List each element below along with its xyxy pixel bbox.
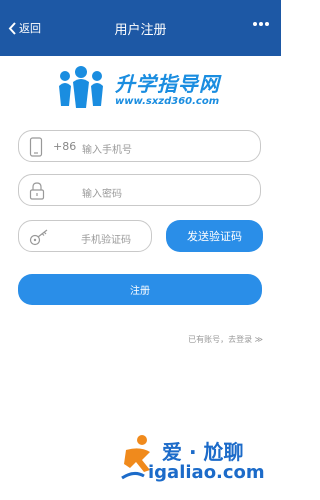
logo-people-icon: [59, 66, 103, 108]
login-link[interactable]: 已有账号，去登录 ≫: [188, 334, 263, 345]
phone-icon: [29, 137, 43, 157]
sms-code-input[interactable]: 手机验证码: [81, 231, 131, 246]
register-button[interactable]: 注册: [18, 274, 262, 305]
page-title: 用户注册: [114, 23, 167, 38]
password-input[interactable]: 输入密码: [82, 185, 122, 200]
send-code-button[interactable]: 发送验证码: [166, 220, 263, 252]
watermark-url: igaliao.com: [148, 462, 265, 483]
lock-icon: [29, 182, 45, 200]
key-icon: [29, 229, 48, 246]
logo-url: www.sxzd360.com: [115, 96, 220, 107]
more-dots-icon[interactable]: [253, 22, 269, 26]
phone-field[interactable]: +86 输入手机号: [18, 130, 261, 162]
brand-logo: 升学指导网 www.sxzd360.com: [55, 60, 255, 116]
watermark-title: 爱 · 尬聊: [162, 440, 244, 464]
sms-code-field[interactable]: 手机验证码: [18, 220, 152, 252]
password-field[interactable]: 输入密码: [18, 174, 261, 206]
nav-bar: 返回 用户注册: [0, 0, 281, 56]
logo-name: 升学指导网: [115, 72, 220, 96]
phone-input[interactable]: 输入手机号: [82, 141, 132, 156]
watermark: 爱 · 尬聊 igaliao.com: [120, 432, 270, 492]
country-code: +86: [53, 140, 77, 153]
